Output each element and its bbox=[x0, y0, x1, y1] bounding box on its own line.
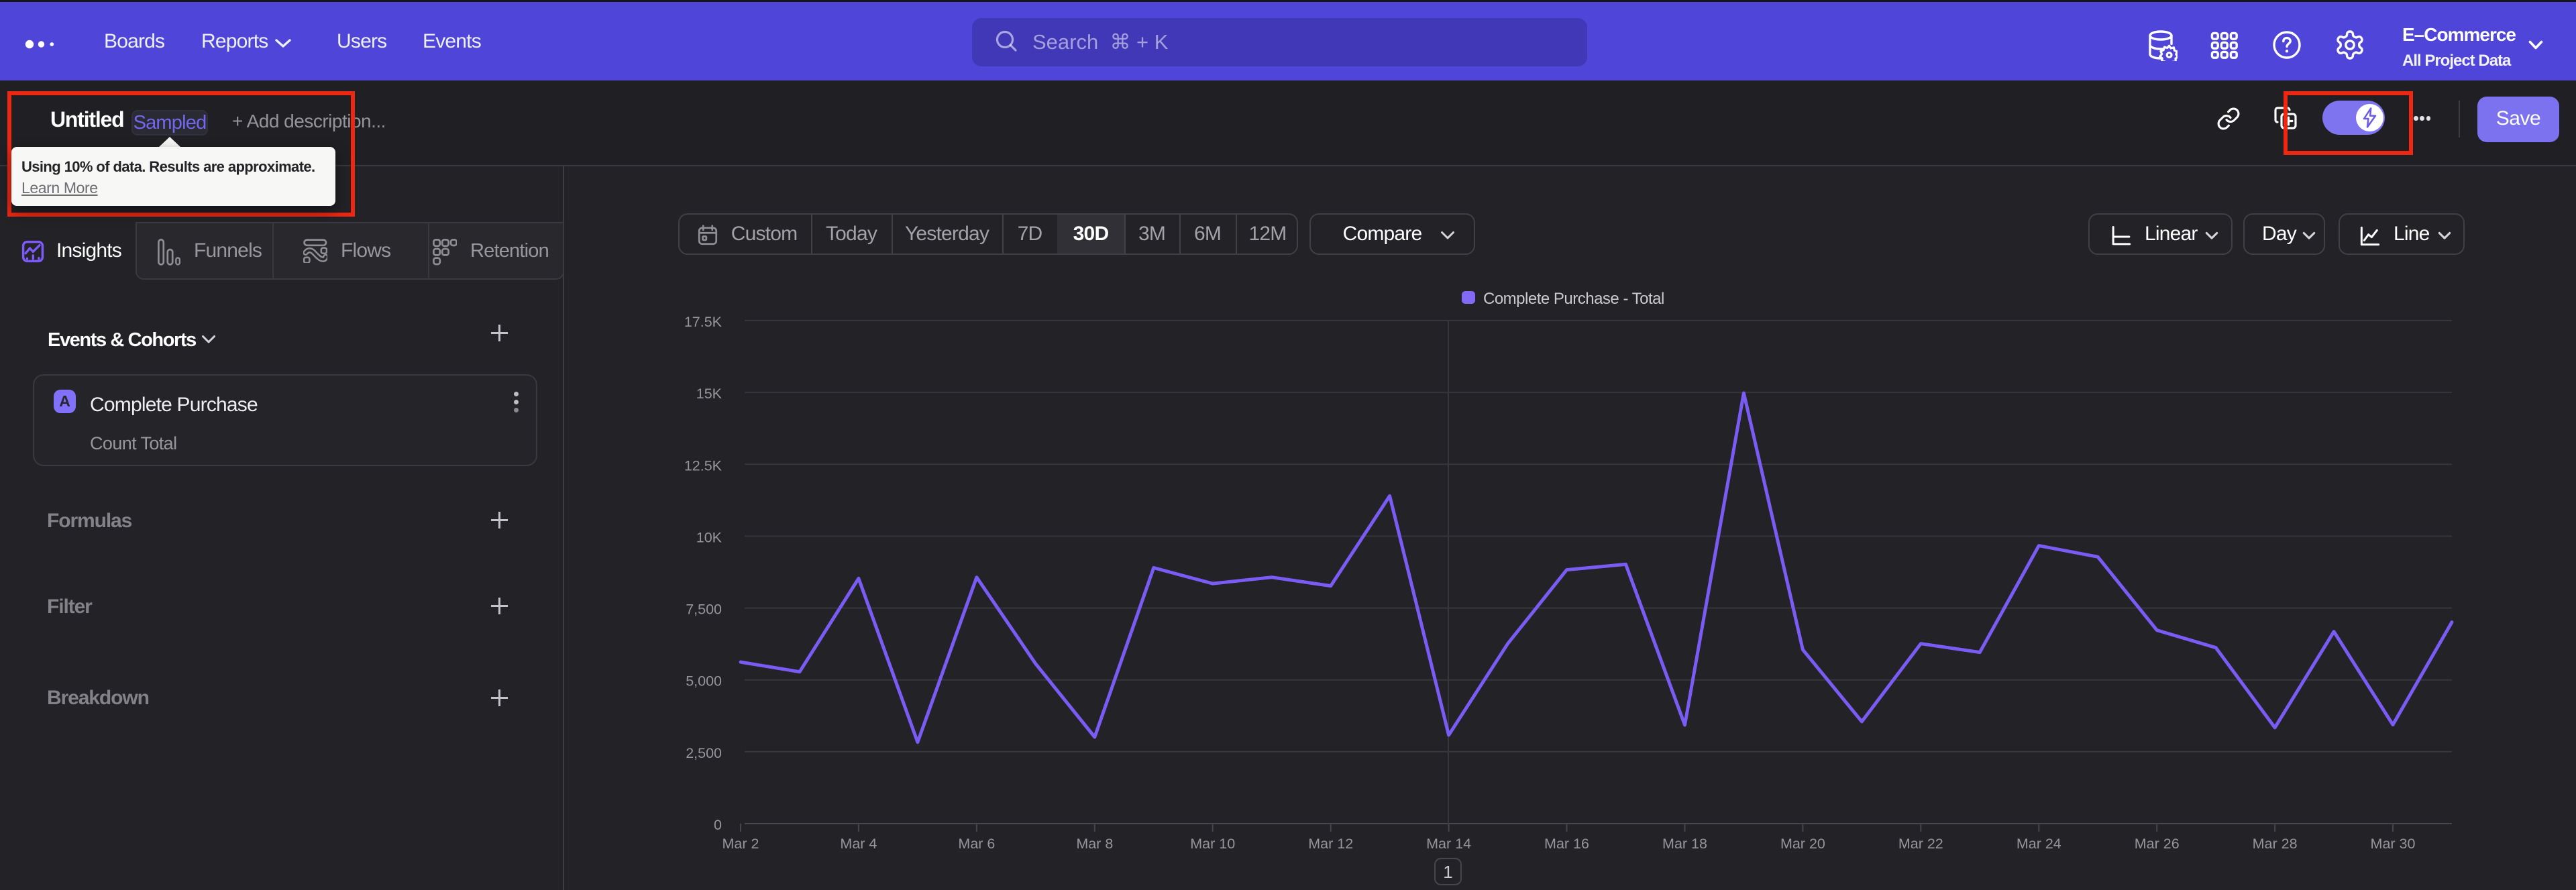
svg-text:Mar 14: Mar 14 bbox=[1426, 836, 1471, 852]
svg-text:5,000: 5,000 bbox=[686, 673, 722, 689]
svg-text:Mar 28: Mar 28 bbox=[2253, 836, 2298, 852]
svg-text:Mar 10: Mar 10 bbox=[1190, 836, 1235, 852]
svg-text:Mar 26: Mar 26 bbox=[2135, 836, 2180, 852]
svg-text:12.5K: 12.5K bbox=[684, 457, 722, 474]
svg-text:10K: 10K bbox=[696, 529, 722, 545]
svg-text:7,500: 7,500 bbox=[686, 602, 722, 618]
svg-text:Mar 24: Mar 24 bbox=[2017, 836, 2061, 852]
svg-text:Mar 4: Mar 4 bbox=[840, 836, 877, 852]
svg-text:2,500: 2,500 bbox=[686, 745, 722, 761]
svg-text:Mar 30: Mar 30 bbox=[2371, 836, 2416, 852]
svg-text:Mar 2: Mar 2 bbox=[722, 836, 759, 852]
svg-text:15K: 15K bbox=[696, 386, 722, 402]
svg-text:Mar 6: Mar 6 bbox=[958, 836, 995, 852]
svg-text:0: 0 bbox=[714, 817, 722, 833]
svg-text:Mar 12: Mar 12 bbox=[1308, 836, 1353, 852]
svg-text:Mar 16: Mar 16 bbox=[1544, 836, 1589, 852]
svg-text:17.5K: 17.5K bbox=[684, 314, 722, 330]
svg-text:Mar 22: Mar 22 bbox=[1898, 836, 1943, 852]
svg-text:Mar 8: Mar 8 bbox=[1076, 836, 1113, 852]
svg-text:Mar 18: Mar 18 bbox=[1662, 836, 1707, 852]
svg-text:Mar 20: Mar 20 bbox=[1780, 836, 1825, 852]
